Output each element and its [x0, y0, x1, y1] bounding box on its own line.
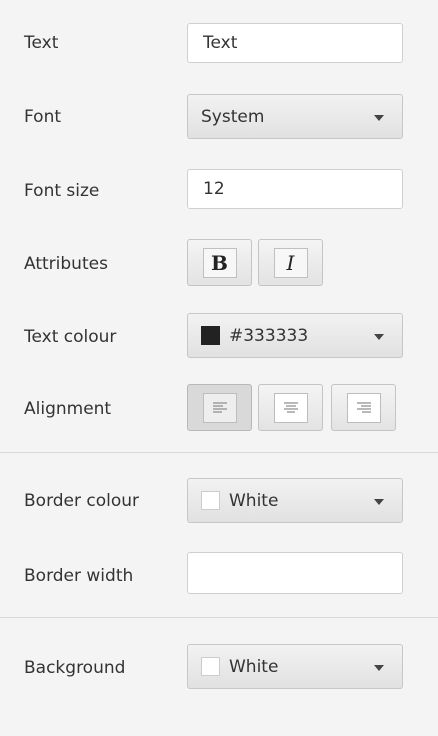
text-label: Text [24, 33, 59, 53]
border-colour-value: White [229, 490, 279, 511]
border-width-input[interactable] [187, 552, 403, 594]
background-dropdown[interactable]: White [187, 644, 403, 689]
align-right-button[interactable] [331, 384, 396, 431]
section-divider [0, 452, 438, 453]
font-dropdown-value: System [201, 106, 265, 127]
attributes-label: Attributes [24, 254, 108, 274]
chevron-down-icon [374, 115, 384, 121]
align-left-button[interactable] [187, 384, 252, 431]
chevron-down-icon [374, 499, 384, 505]
border-colour-label: Border colour [24, 491, 140, 511]
text-colour-dropdown[interactable]: #333333 [187, 313, 403, 358]
italic-button[interactable]: I [258, 239, 323, 286]
align-right-icon [346, 392, 381, 423]
align-center-button[interactable] [258, 384, 323, 431]
color-swatch-icon [201, 326, 220, 345]
background-value: White [229, 656, 279, 677]
border-width-input-value[interactable] [203, 563, 402, 583]
text-input[interactable] [187, 23, 403, 63]
font-size-input-value[interactable] [203, 179, 402, 199]
text-input-value[interactable] [203, 33, 402, 53]
text-colour-label: Text colour [24, 327, 117, 347]
align-left-icon [202, 392, 237, 423]
color-swatch-icon [201, 491, 220, 510]
align-center-icon [273, 392, 308, 423]
background-label: Background [24, 658, 126, 678]
font-size-input[interactable] [187, 169, 403, 209]
bold-button[interactable]: B [187, 239, 252, 286]
color-swatch-icon [201, 657, 220, 676]
alignment-label: Alignment [24, 399, 112, 419]
section-divider [0, 617, 438, 618]
italic-icon: I [273, 247, 308, 278]
bold-icon: B [202, 247, 237, 278]
font-dropdown[interactable]: System [187, 94, 403, 139]
font-label: Font [24, 107, 62, 127]
chevron-down-icon [374, 334, 384, 340]
border-colour-dropdown[interactable]: White [187, 478, 403, 523]
chevron-down-icon [374, 665, 384, 671]
font-size-label: Font size [24, 181, 100, 201]
text-colour-value: #333333 [229, 325, 309, 346]
border-width-label: Border width [24, 566, 134, 586]
